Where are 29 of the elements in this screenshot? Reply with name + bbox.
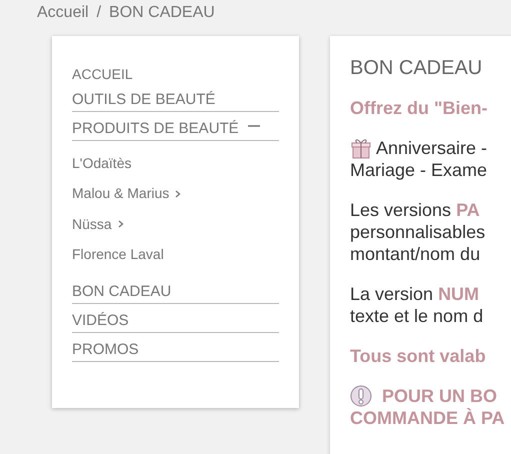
- menu-item[interactable]: ACCUEIL: [72, 63, 133, 81]
- body-text: La version NUM: [350, 283, 480, 305]
- submenu-item[interactable]: Florence Laval: [72, 244, 164, 266]
- chevron-right-icon: [175, 190, 182, 198]
- chevron-right-icon: [118, 220, 124, 228]
- highlight-text: POUR UN BO: [382, 385, 498, 407]
- breadcrumb-link[interactable]: BON CADEAU: [109, 1, 215, 25]
- breadcrumb-link[interactable]: Accueil: [37, 1, 89, 25]
- body-text: Les versions PA: [350, 199, 480, 221]
- highlight-text: Tous sont valab: [350, 345, 486, 367]
- warning-icon: [350, 385, 372, 407]
- body-text: personnalisables: [350, 221, 486, 243]
- body-text: Mariage - Exame: [350, 159, 488, 181]
- menu-item[interactable]: VIDÉOS: [72, 308, 129, 328]
- breadcrumb-separator: /: [96, 3, 102, 23]
- submenu-item[interactable]: Malou & Marius: [72, 183, 170, 204]
- highlight-text: COMMANDE À PA: [350, 407, 505, 429]
- body-text: Anniversaire -: [376, 137, 488, 159]
- menu-item[interactable]: PRODUITS DE BEAUTÉ: [72, 116, 239, 136]
- body-text: montant/nom du: [350, 243, 480, 265]
- menu-item[interactable]: BON CADEAU: [72, 280, 172, 298]
- submenu-item[interactable]: Nüssa: [72, 214, 112, 235]
- body-text: texte et le nom d: [350, 305, 484, 327]
- page-title: BON CADEAU: [350, 58, 484, 78]
- menu-item[interactable]: PROMOS: [72, 338, 139, 356]
- gift-icon: [350, 137, 372, 159]
- highlight-text: Offrez du "Bien-: [350, 97, 488, 119]
- menu-item[interactable]: OUTILS DE BEAUTÉ: [72, 88, 216, 106]
- submenu-item[interactable]: L'Odaïtès: [72, 152, 132, 174]
